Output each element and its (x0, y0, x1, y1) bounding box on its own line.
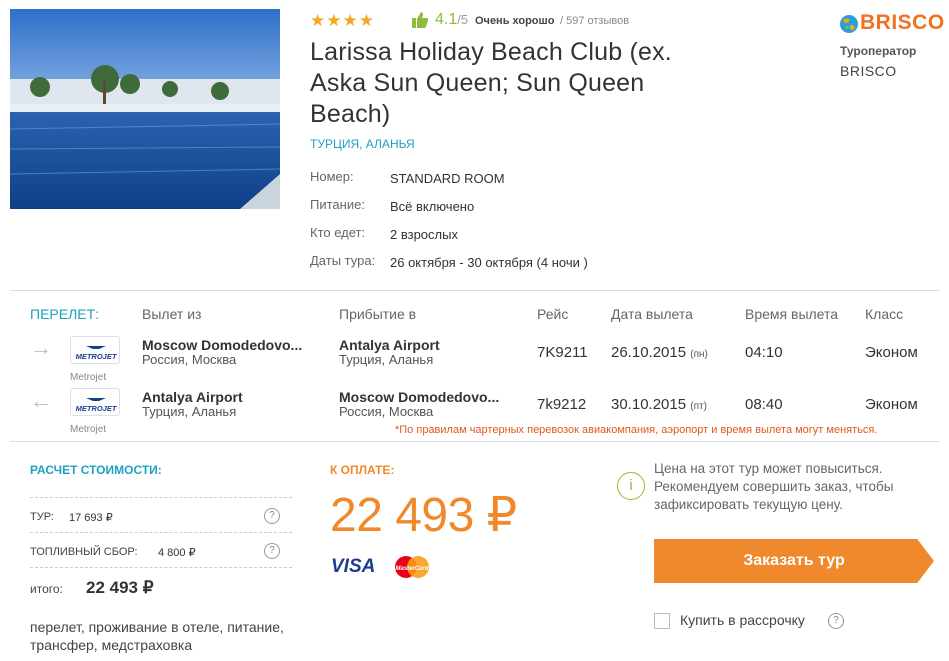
reviews-link[interactable]: / 597 отзывов (560, 15, 629, 27)
airline-name: Metrojet (70, 372, 107, 383)
total-value: 22 493 ₽ (86, 578, 154, 597)
dates-value: 26 октября - 30 октября (4 ночи ) (390, 255, 588, 270)
meal-label: Питание: (310, 197, 365, 212)
globe-icon (840, 15, 858, 33)
flights-section-title: ПЕРЕЛЕТ: (30, 306, 100, 322)
departure-date: 26.10.2015 (пн) (611, 344, 708, 361)
hotel-stars: ★★★★ (310, 11, 375, 30)
info-icon: i (617, 472, 645, 500)
cost-title: РАСЧЕТ СТОИМОСТИ: (30, 463, 162, 477)
operator-name: BRISCO (840, 63, 897, 79)
departure-date: 30.10.2015 (пт) (611, 396, 707, 413)
score-text: Очень хорошо (475, 15, 555, 27)
meal-value: Всё включено (390, 199, 475, 214)
operator-label: Туроператор (840, 44, 917, 58)
airline-logo-text: METROJET (76, 404, 118, 413)
visa-logo: VISA (331, 556, 376, 577)
hotel-score: 4.1/5 (435, 11, 469, 28)
departure-city: Турция, Аланья (142, 404, 237, 419)
divider (10, 441, 940, 442)
col-date: Дата вылета (611, 306, 693, 322)
fuel-fee-label: ТОПЛИВНЫЙ СБОР: (30, 546, 138, 558)
departure-airport: Moscow Domodedovo... (142, 337, 303, 353)
airline-logo-text: METROJET (76, 352, 118, 361)
col-to: Прибытие в (339, 306, 417, 322)
payment-title: К ОПЛАТЕ: (330, 463, 395, 477)
airline-name: Metrojet (70, 424, 107, 435)
hotel-photo[interactable] (10, 9, 280, 209)
dotted-divider (30, 567, 292, 568)
airline-logo: METROJET (70, 336, 120, 364)
total-label: итого: (30, 582, 63, 596)
svg-text:MasterCard: MasterCard (395, 566, 428, 572)
col-from: Вылет из (142, 306, 202, 322)
includes-text: перелет, проживание в отеле, питание, тр… (30, 619, 284, 653)
payment-price: 22 493 ₽ (330, 489, 517, 542)
guests-label: Кто едет: (310, 225, 366, 240)
flight-class: Эконом (865, 344, 918, 361)
arrival-city: Турция, Аланья (339, 352, 434, 367)
tour-cost-label: ТУР: (30, 511, 54, 523)
fuel-fee-help-icon[interactable]: ? (264, 543, 280, 559)
departure-time: 08:40 (745, 396, 783, 413)
price-warning: Цена на этот тур может повыситься. Реком… (654, 461, 894, 512)
arrival-airport: Antalya Airport (339, 337, 440, 353)
departure-time: 04:10 (745, 344, 783, 361)
col-class: Класс (865, 306, 904, 322)
installment-checkbox[interactable] (654, 613, 670, 629)
departure-airport: Antalya Airport (142, 389, 243, 405)
installment-help-icon[interactable]: ? (828, 613, 844, 629)
charter-note: *По правилам чартерных перевозок авиаком… (395, 424, 878, 436)
arrival-city: Россия, Москва (339, 404, 434, 419)
flight-class: Эконом (865, 396, 918, 413)
arrow-left-icon: ← (30, 388, 52, 413)
thumbs-up-icon (412, 12, 429, 28)
guests-value: 2 взрослых (390, 227, 458, 242)
mastercard-logo: MasterCard (395, 556, 429, 578)
fuel-fee-value: 4 800 ₽ (158, 547, 196, 559)
installment-label[interactable]: Купить в рассрочку (680, 612, 805, 628)
order-tour-button[interactable]: Заказать тур (654, 539, 934, 583)
flight-number: 7K9211 (537, 344, 588, 361)
dotted-divider (30, 497, 292, 498)
hotel-location: ТУРЦИЯ, АЛАНЬЯ (310, 137, 415, 151)
hotel-title: Larissa Holiday Beach Club (ex. Aska Sun… (310, 38, 672, 128)
dotted-divider (30, 532, 292, 533)
divider (10, 290, 940, 291)
room-value: STANDARD ROOM (390, 171, 505, 186)
col-flight: Рейс (537, 306, 569, 322)
arrow-right-icon: → (30, 335, 52, 360)
dates-label: Даты тура: (310, 253, 376, 268)
operator-logo-text: BRISCO (860, 11, 945, 34)
col-time: Время вылета (745, 306, 839, 322)
arrival-airport: Moscow Domodedovo... (339, 389, 500, 405)
departure-city: Россия, Москва (142, 352, 237, 367)
room-label: Номер: (310, 169, 354, 184)
operator-logo: BRISCO (839, 11, 944, 37)
flight-number: 7k9212 (537, 396, 587, 413)
tour-cost-help-icon[interactable]: ? (264, 508, 280, 524)
tour-cost-value: 17 693 ₽ (69, 512, 113, 524)
airline-logo: METROJET (70, 388, 120, 416)
